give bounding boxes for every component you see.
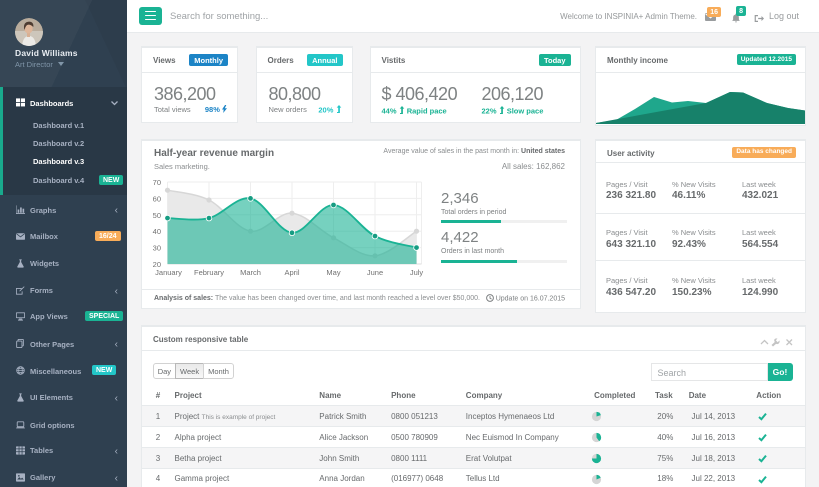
svg-text:70: 70 bbox=[153, 178, 161, 187]
svg-text:March: March bbox=[240, 268, 261, 277]
svg-text:February: February bbox=[194, 268, 224, 277]
svg-text:May: May bbox=[326, 268, 340, 277]
svg-text:50: 50 bbox=[153, 210, 161, 219]
svg-text:40: 40 bbox=[153, 227, 161, 236]
svg-text:June: June bbox=[367, 268, 383, 277]
svg-text:30: 30 bbox=[153, 243, 161, 252]
svg-text:July: July bbox=[410, 268, 424, 277]
svg-text:April: April bbox=[284, 268, 299, 277]
svg-text:60: 60 bbox=[153, 194, 161, 203]
svg-text:January: January bbox=[155, 268, 182, 277]
